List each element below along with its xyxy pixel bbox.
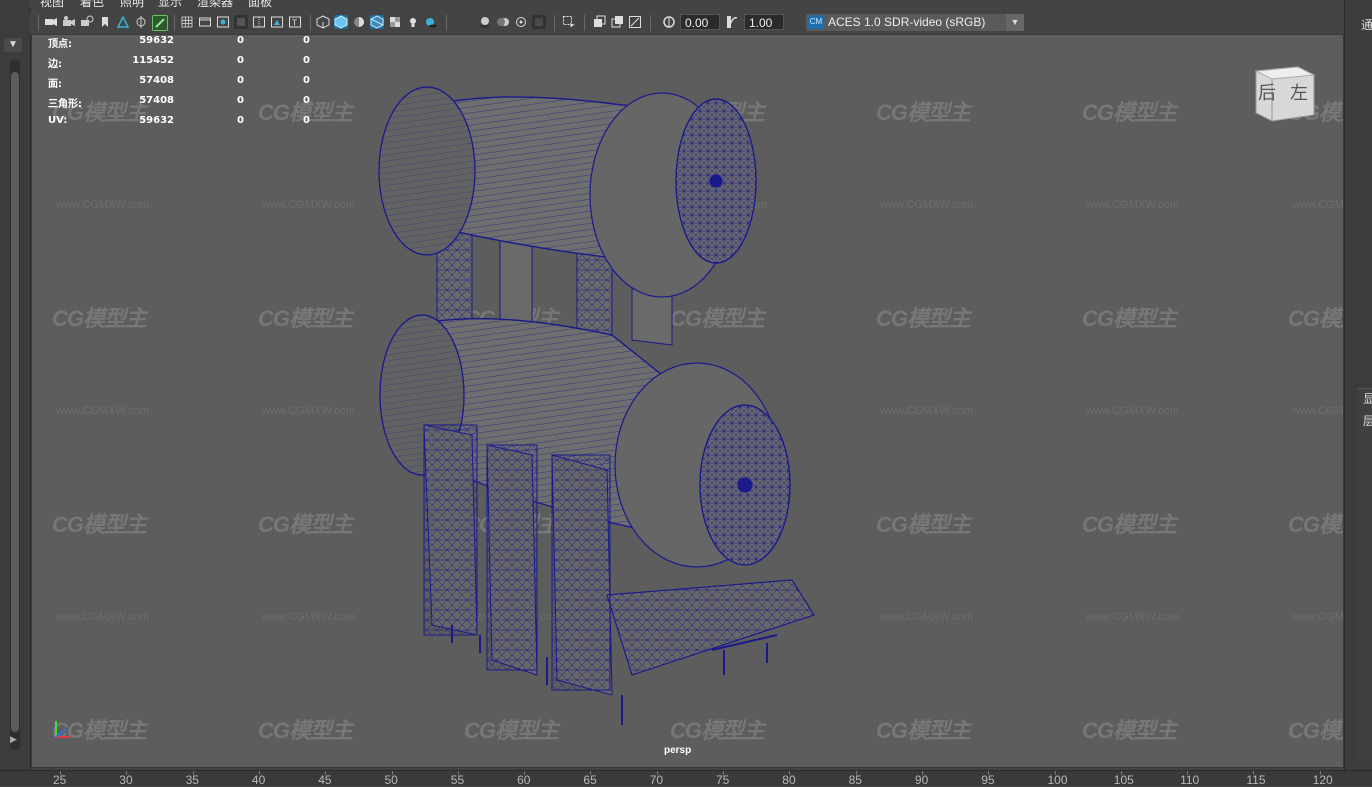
view-cube-left-face[interactable]: 左 <box>1290 79 1308 105</box>
safe-action-icon[interactable] <box>270 15 284 29</box>
toolbar-separator <box>174 15 175 31</box>
menu-shading[interactable]: 着色 <box>80 0 104 10</box>
gamma-icon[interactable] <box>726 15 740 29</box>
toolbar-separator <box>310 15 311 31</box>
panel-toolbar: T 0.00 1.00 CM ACES 1.0 SDR-video (sRGB)… <box>30 12 1343 35</box>
menu-lighting[interactable]: 照明 <box>120 0 144 10</box>
exposure-field[interactable]: 0.00 <box>680 14 720 30</box>
xray-joints-icon[interactable] <box>628 15 642 29</box>
3d-viewport[interactable]: CG模型主 www.CGMXW.com CG模型主 www.CGMXW.com CG模型… <box>31 34 1344 768</box>
hud-value: 0 <box>237 75 244 86</box>
menu-show[interactable]: 显示 <box>158 0 182 10</box>
hud-value: 0 <box>303 75 310 86</box>
chevron-down-icon[interactable]: ▼ <box>1006 14 1024 31</box>
panel-menu-bar: 视图 着色 照明 显示 渲染器 面板 <box>30 0 1343 10</box>
wireframe-on-shaded-icon[interactable] <box>370 15 384 29</box>
hud-label: 面: <box>48 79 62 90</box>
axis-orientation-icon <box>55 721 70 738</box>
gate-mask-icon[interactable] <box>234 15 248 29</box>
2d-pan-zoom-icon[interactable] <box>134 15 148 29</box>
time-slider[interactable]: 25 30 35 40 45 50 55 60 65 70 75 80 85 90 95 100 105 110 1… <box>0 770 1372 787</box>
scroll-down-arrow[interactable]: ▶ <box>10 734 17 745</box>
color-space-label: ACES 1.0 SDR-video (sRGB) <box>828 15 986 29</box>
panel-collapse-button[interactable]: ▼ <box>4 38 22 52</box>
hud-value: 0 <box>303 35 310 46</box>
toolbar-separator <box>650 15 651 31</box>
bookmark-camera-icon[interactable] <box>80 15 94 29</box>
screen-space-ao-icon[interactable] <box>478 15 492 29</box>
hud-value: 0 <box>303 95 310 106</box>
hud-label: UV: <box>48 115 68 126</box>
gamma-field[interactable]: 1.00 <box>744 14 784 30</box>
hud-value: 0 <box>237 115 244 126</box>
svg-text:T: T <box>291 19 297 28</box>
color-management-icon[interactable]: CM <box>808 15 824 29</box>
wireframe-icon[interactable] <box>316 15 330 29</box>
toolbar-separator <box>554 15 555 31</box>
xray-active-components-icon[interactable] <box>610 15 624 29</box>
toolbar-separator <box>446 15 447 31</box>
film-gate-icon[interactable] <box>198 15 212 29</box>
hud-label: 三角形: <box>48 99 82 110</box>
hud-value: 0 <box>303 115 310 126</box>
wireframe-model <box>378 86 815 725</box>
layer-editor-panel <box>1357 388 1372 761</box>
hud-value: 115452 <box>132 55 174 66</box>
right-panel-tab[interactable]: 通 <box>1361 16 1372 33</box>
default-material-icon[interactable] <box>352 15 366 29</box>
hud-value: 57408 <box>139 75 174 86</box>
toolbar-separator <box>38 15 39 31</box>
isolate-select-icon[interactable] <box>562 15 576 29</box>
hud-value: 57408 <box>139 95 174 106</box>
hud-label: 边: <box>48 59 62 70</box>
left-scrollbar-thumb[interactable] <box>11 72 19 732</box>
select-camera-icon[interactable] <box>44 15 58 29</box>
upper-tank <box>378 86 757 298</box>
left-side-panel: ▼ ▲ ▶ <box>0 0 31 770</box>
menu-view[interactable]: 视图 <box>40 0 64 10</box>
textured-icon[interactable] <box>388 15 402 29</box>
hud-value: 0 <box>237 55 244 66</box>
view-cube-back-face[interactable]: 后 <box>1258 79 1276 105</box>
smooth-shade-icon[interactable] <box>334 15 348 29</box>
hud-value: 0 <box>237 35 244 46</box>
bookmark-icon[interactable] <box>98 15 112 29</box>
field-chart-icon[interactable] <box>252 15 266 29</box>
image-plane-icon[interactable] <box>116 15 130 29</box>
color-space-dropdown[interactable]: CM ACES 1.0 SDR-video (sRGB) <box>806 14 1024 31</box>
hud-value: 0 <box>303 55 310 66</box>
hud-value: 59632 <box>139 115 174 126</box>
exposure-icon[interactable] <box>662 15 676 29</box>
camera-name-label: persp <box>664 745 692 756</box>
depth-of-field-icon[interactable] <box>532 15 546 29</box>
resolution-gate-icon[interactable] <box>216 15 230 29</box>
hud-value: 59632 <box>139 35 174 46</box>
hud-label: 顶点: <box>48 39 72 50</box>
layers-tab[interactable]: 层 <box>1363 412 1372 429</box>
hud-value: 0 <box>237 95 244 106</box>
xray-icon[interactable] <box>592 15 606 29</box>
use-all-lights-icon[interactable] <box>406 15 420 29</box>
view-cube[interactable]: 后 左 <box>1250 63 1320 127</box>
grid-icon[interactable] <box>180 15 194 29</box>
menu-renderer[interactable]: 渲染器 <box>197 0 233 10</box>
shadows-icon[interactable] <box>424 15 438 29</box>
motion-blur-icon[interactable] <box>496 15 510 29</box>
multisample-aa-icon[interactable] <box>514 15 528 29</box>
grease-pencil-icon[interactable] <box>152 15 168 31</box>
display-tab[interactable]: 显 <box>1363 390 1372 407</box>
safe-title-icon[interactable]: T <box>288 15 302 29</box>
right-side-panel: 通 显 层 <box>1344 0 1372 770</box>
menu-panels[interactable]: 面板 <box>248 0 272 10</box>
camera-attributes-icon[interactable] <box>62 15 76 29</box>
toolbar-separator <box>584 15 585 31</box>
